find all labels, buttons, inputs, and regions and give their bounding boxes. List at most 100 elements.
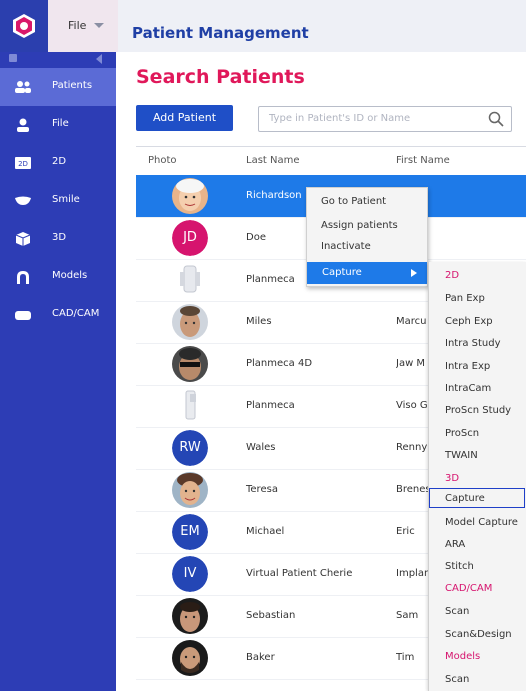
sidebar-item-models[interactable]: Models: [0, 258, 116, 296]
submenu-item-proscn-study[interactable]: ProScn Study: [445, 405, 511, 416]
sidebar-item-label: 2D: [52, 156, 67, 167]
submenu-item-intra-study[interactable]: Intra Study: [445, 338, 501, 349]
search-icon[interactable]: [487, 110, 505, 128]
submenu-header-3d: 3D: [445, 473, 460, 484]
submenu-item-ceph-exp[interactable]: Ceph Exp: [445, 316, 493, 327]
submenu-item-stitch[interactable]: Stitch: [445, 561, 474, 572]
file-menu[interactable]: File: [48, 0, 118, 52]
submenu-item-scan[interactable]: Scan: [445, 606, 469, 617]
last-name-cell: Wales: [246, 442, 276, 453]
sidebar-item-3d[interactable]: 3D: [0, 220, 116, 258]
sidebar-item-label: Models: [52, 270, 88, 281]
submenu-item-model-capture[interactable]: Model Capture: [445, 517, 518, 528]
submenu-item-pan-exp[interactable]: Pan Exp: [445, 293, 485, 304]
lock-icon[interactable]: [9, 54, 17, 62]
app-logo[interactable]: [0, 0, 48, 52]
last-name-cell: Baker: [246, 652, 275, 663]
first-name-cell: Jaw M: [396, 358, 426, 369]
submenu-item-scan-design[interactable]: Scan&Design: [445, 629, 512, 640]
column-header-last-name[interactable]: Last Name: [246, 155, 300, 166]
last-name-cell: Virtual Patient Cherie: [246, 568, 353, 579]
avatar: [172, 304, 208, 340]
chevron-right-icon: [411, 269, 417, 277]
submenu-item-twain[interactable]: TWAIN: [445, 450, 478, 461]
first-name-cell: Viso G: [396, 400, 428, 411]
first-name-cell: Tim: [396, 652, 415, 663]
last-name-cell: Planmeca 4D: [246, 358, 313, 369]
submenu-item-proscn[interactable]: ProScn: [445, 428, 479, 439]
last-name-cell: Planmeca: [246, 274, 295, 285]
first-name-cell: Marcu: [396, 316, 427, 327]
first-name-cell: Renny: [396, 442, 428, 453]
avatar: [172, 346, 208, 382]
face-photo: [172, 346, 208, 382]
sidebar-top: [0, 52, 116, 66]
menu-item-assign-patients[interactable]: Assign patients: [321, 220, 398, 231]
file-menu-label: File: [68, 19, 87, 32]
column-header-first-name[interactable]: First Name: [396, 155, 450, 166]
models-icon: [17, 271, 29, 284]
sidebar-item-label: CAD/CAM: [52, 308, 100, 319]
menu-item-go-to-patient[interactable]: Go to Patient: [321, 196, 386, 207]
submenu-item-ara[interactable]: ARA: [445, 539, 465, 550]
sidebar-item-label: Patients: [52, 80, 93, 91]
submenu-item-models-scan[interactable]: Scan: [445, 674, 469, 685]
page-title: Search Patients: [136, 66, 305, 88]
3d-icon: [15, 232, 31, 246]
face-photo: [172, 598, 208, 634]
last-name-cell: Sebastian: [246, 610, 296, 621]
collapse-icon[interactable]: [96, 54, 102, 64]
first-name-cell: Sam: [396, 610, 419, 621]
patients-icon: [15, 81, 31, 93]
column-header-photo[interactable]: Photo: [148, 155, 177, 166]
submenu-header-cadcam: CAD/CAM: [445, 583, 493, 594]
sidebar: Patients File 2D 2D Smile 3D Models CAD/…: [0, 52, 116, 691]
avatar: [172, 388, 208, 424]
avatar-initials: IV: [172, 556, 208, 592]
avatar: [172, 598, 208, 634]
face-photo: [172, 472, 208, 508]
face-photo: [172, 178, 208, 214]
last-name-cell: Planmeca: [246, 400, 295, 411]
sidebar-item-file[interactable]: File: [0, 106, 116, 144]
submenu-item-intra-exp[interactable]: Intra Exp: [445, 361, 490, 372]
smile-icon: [15, 196, 31, 205]
submenu-item-intracam[interactable]: IntraCam: [445, 383, 491, 394]
sidebar-item-label: Smile: [52, 194, 80, 205]
sidebar-item-smile[interactable]: Smile: [0, 182, 116, 220]
avatar-initials: EM: [172, 514, 208, 550]
avatar: [172, 262, 208, 298]
capture-submenu: 2D Pan Exp Ceph Exp Intra Study Intra Ex…: [428, 262, 526, 691]
avatar: IV: [172, 556, 208, 592]
avatar: [172, 640, 208, 676]
add-patient-button[interactable]: Add Patient: [136, 105, 233, 131]
avatar: [172, 472, 208, 508]
avatar-initials: JD: [172, 220, 208, 256]
menu-item-capture-label: Capture: [322, 267, 362, 278]
submenu-item-capture[interactable]: Capture: [445, 493, 485, 504]
cadcam-icon: [15, 311, 31, 320]
search-input[interactable]: Type in Patient's ID or Name: [258, 106, 512, 132]
first-name-cell: Implan: [396, 568, 428, 579]
last-name-cell: Miles: [246, 316, 272, 327]
first-name-cell: Brenes: [396, 484, 428, 495]
chevron-down-icon: [94, 23, 104, 28]
menu-item-inactivate[interactable]: Inactivate: [321, 241, 371, 252]
context-menu: Go to Patient Assign patients Inactivate…: [306, 187, 428, 287]
table-header: Photo Last Name First Name: [136, 146, 526, 176]
avatar: RW: [172, 430, 208, 466]
sidebar-item-2d[interactable]: 2D 2D: [0, 144, 116, 182]
avatar: JD: [172, 220, 208, 256]
submenu-header-models: Models: [445, 651, 481, 662]
last-name-cell: Teresa: [246, 484, 278, 495]
sidebar-item-label: 3D: [52, 232, 67, 243]
person-icon: [17, 118, 29, 132]
face-photo: [172, 640, 208, 676]
app-title: Patient Management: [132, 24, 309, 42]
avatar: [172, 178, 208, 214]
sidebar-item-cadcam[interactable]: CAD/CAM: [0, 296, 116, 334]
last-name-cell: Doe: [246, 232, 266, 243]
last-name-cell: Richardson: [246, 190, 302, 201]
menu-item-capture[interactable]: Capture: [307, 262, 427, 284]
sidebar-item-patients[interactable]: Patients: [0, 68, 116, 106]
